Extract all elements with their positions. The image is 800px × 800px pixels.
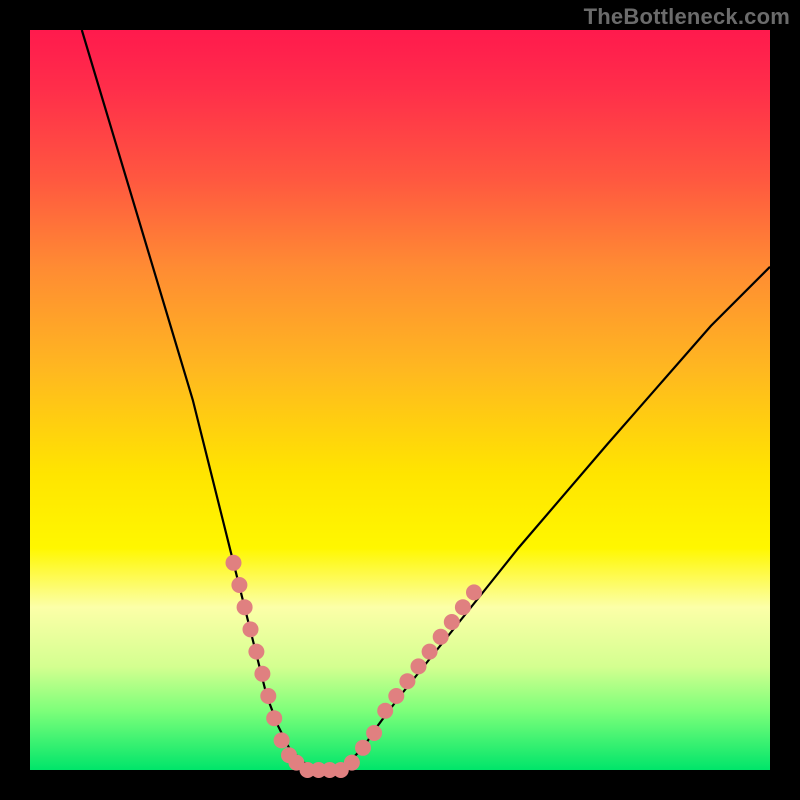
curve-marker bbox=[355, 740, 371, 756]
chart-plot-area bbox=[30, 30, 770, 770]
curve-marker bbox=[366, 725, 382, 741]
curve-marker bbox=[266, 710, 282, 726]
curve-marker bbox=[248, 644, 264, 660]
curve-marker bbox=[260, 688, 276, 704]
chart-svg bbox=[30, 30, 770, 770]
curve-marker bbox=[274, 732, 290, 748]
curve-marker bbox=[231, 577, 247, 593]
curve-marker bbox=[411, 658, 427, 674]
curve-marker bbox=[388, 688, 404, 704]
curve-marker bbox=[466, 584, 482, 600]
curve-marker bbox=[344, 755, 360, 771]
curve-marker bbox=[377, 703, 393, 719]
curve-marker bbox=[433, 629, 449, 645]
curve-marker bbox=[254, 666, 270, 682]
curve-marker bbox=[455, 599, 471, 615]
curve-marker bbox=[226, 555, 242, 571]
curve-markers bbox=[226, 555, 483, 778]
curve-marker bbox=[237, 599, 253, 615]
bottleneck-curve bbox=[82, 30, 770, 770]
curve-marker bbox=[243, 621, 259, 637]
chart-stage: TheBottleneck.com bbox=[0, 0, 800, 800]
curve-marker bbox=[422, 644, 438, 660]
curve-marker bbox=[444, 614, 460, 630]
watermark-label: TheBottleneck.com bbox=[584, 4, 790, 30]
curve-marker bbox=[399, 673, 415, 689]
